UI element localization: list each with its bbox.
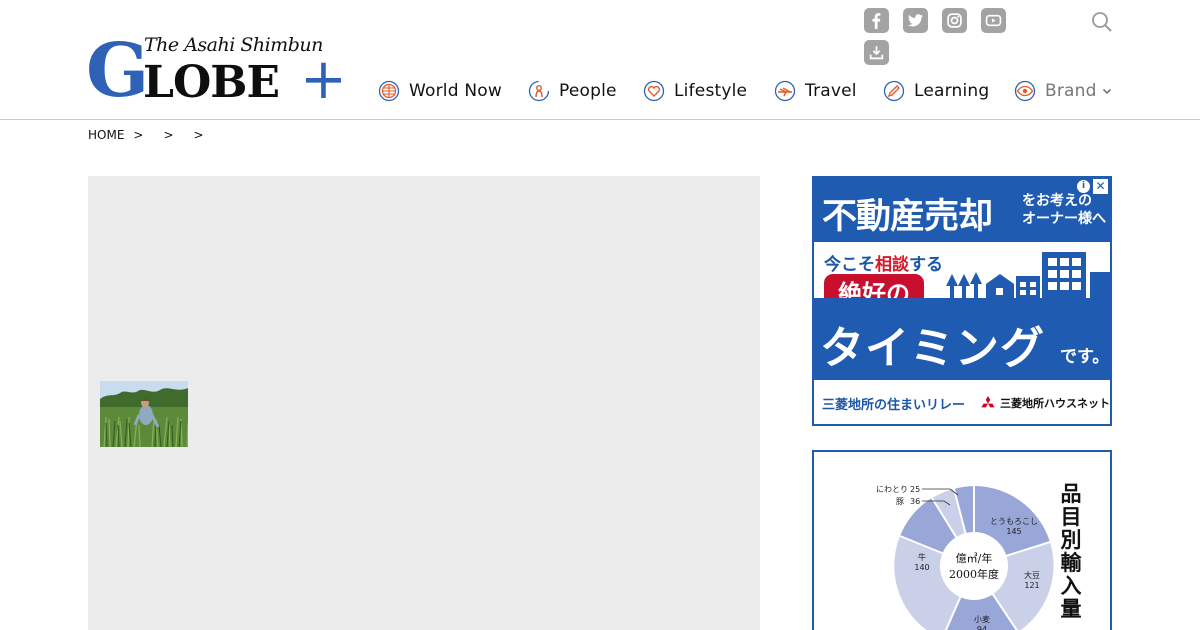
- chart-title-char: 別: [1060, 527, 1082, 552]
- chevron-down-icon: [1102, 88, 1111, 95]
- twitter-icon[interactable]: [903, 8, 928, 33]
- slice-label: にわとり: [876, 485, 908, 494]
- nav-item-people[interactable]: People: [528, 78, 617, 104]
- slice-label: 牛: [918, 552, 926, 562]
- breadcrumb-separator: >: [193, 128, 204, 142]
- ad-headline-sub-2: オーナー様へ: [1022, 211, 1106, 227]
- ad-lead-suffix: する: [909, 255, 943, 275]
- person-icon: [528, 80, 550, 102]
- ad-lead: 今こそ相談する: [824, 250, 943, 275]
- nav-label-lifestyle: Lifestyle: [674, 81, 748, 101]
- chart-title-char: 入: [1060, 573, 1082, 598]
- nav-item-lifestyle[interactable]: Lifestyle: [643, 78, 747, 104]
- ad-footer: 三菱地所の住まいリレー 三菱地所ハウスネット: [814, 380, 1110, 424]
- chart-center-unit: 億㎥/年: [956, 551, 993, 565]
- nav-item-brand[interactable]: Brand: [1014, 78, 1112, 104]
- globe-icon: [378, 80, 400, 102]
- youtube-icon[interactable]: [981, 8, 1006, 33]
- slice-value: 121: [1024, 581, 1039, 590]
- ad-headline-sub-1: をお考えの: [1022, 193, 1092, 209]
- slice-value: 145: [1006, 527, 1021, 536]
- slice-value: 36: [910, 497, 920, 506]
- slice-value: 140: [914, 563, 929, 572]
- ad-lead-highlight: 相談: [875, 255, 909, 275]
- breadcrumb: HOME > > >: [88, 128, 224, 142]
- ad-headline-sub: をお考えの オーナー様へ: [1022, 192, 1106, 228]
- ad-lead-prefix: 今こそ: [824, 255, 875, 275]
- mitsubishi-logo-icon: [981, 396, 995, 408]
- ad-big-band: タイミング です。: [814, 298, 1110, 380]
- slice-label: 小麦: [974, 614, 990, 624]
- site-header: The Asahi Shimbun G LOBE + World Now Peo…: [0, 0, 1200, 120]
- chart-vertical-title: 品 目 別 輸 入 量: [1058, 482, 1084, 620]
- nav-label-learning: Learning: [914, 81, 990, 101]
- houses-illustration: [946, 252, 1110, 300]
- site-logo[interactable]: The Asahi Shimbun G LOBE +: [86, 28, 347, 114]
- ad-big-text: タイミング: [820, 323, 1045, 374]
- nav-label-brand: Brand: [1045, 81, 1097, 101]
- article-hero-image: [88, 176, 760, 630]
- facebook-icon[interactable]: [864, 8, 889, 33]
- logo-g: G: [86, 28, 150, 114]
- heart-icon: [643, 80, 665, 102]
- breadcrumb-home[interactable]: HOME: [88, 128, 124, 142]
- nav-label-world-now: World Now: [409, 81, 502, 101]
- nav-item-learning[interactable]: Learning: [883, 78, 989, 104]
- chart-title-char: 品: [1060, 481, 1082, 506]
- search-icon[interactable]: [1090, 10, 1114, 34]
- breadcrumb-separator: >: [133, 128, 144, 142]
- slice-value: 25: [910, 485, 920, 494]
- slice-label: 豚: [896, 497, 904, 506]
- chart-title-char: 目: [1060, 504, 1082, 529]
- ad-company-name: 三菱地所ハウスネット: [1000, 397, 1110, 410]
- ad-headline-band: 不動産売却 をお考えの オーナー様へ: [814, 178, 1110, 242]
- slice-label: とうもろこし: [990, 517, 1038, 526]
- nav-label-travel: Travel: [805, 81, 857, 101]
- chart-title-char: 量: [1060, 596, 1082, 621]
- breadcrumb-separator: >: [163, 128, 174, 142]
- nav-label-people: People: [559, 81, 617, 101]
- logo-plus: +: [300, 47, 347, 112]
- nav-item-world-now[interactable]: World Now: [378, 78, 502, 104]
- chart-title-char: 輸: [1060, 550, 1082, 575]
- instagram-icon[interactable]: [942, 8, 967, 33]
- article-thumbnail[interactable]: [100, 381, 188, 447]
- adchoices-icon[interactable]: i: [1077, 180, 1090, 193]
- plane-icon: [774, 80, 796, 102]
- ad-headline: 不動産売却: [822, 197, 993, 237]
- ad-big-suffix: です。: [1060, 347, 1110, 367]
- nav-item-travel[interactable]: Travel: [774, 78, 857, 104]
- logo-wordmark: LOBE: [143, 57, 280, 108]
- pencil-icon: [883, 80, 905, 102]
- slice-value: 94: [977, 625, 987, 630]
- ad-banner-import-chart[interactable]: 億㎥/年 2000年度 とうもろこし 145 大豆 121 小麦 94 牛 14…: [812, 450, 1112, 630]
- eye-icon: [1014, 80, 1036, 102]
- slice-label: 大豆: [1024, 570, 1040, 580]
- ad-company: 三菱地所ハウスネット: [980, 395, 1110, 411]
- ad-banner-real-estate[interactable]: 不動産売却 をお考えの オーナー様へ i ✕ 今こそ相談する 絶好の タイミング…: [812, 176, 1112, 426]
- chart-center-year: 2000年度: [949, 567, 999, 581]
- ad-close-icon[interactable]: ✕: [1093, 179, 1108, 194]
- ad-service-name: 三菱地所の住まいリレー: [822, 398, 966, 413]
- download-icon[interactable]: [864, 40, 889, 65]
- logo-tagline: The Asahi Shimbun: [144, 34, 323, 56]
